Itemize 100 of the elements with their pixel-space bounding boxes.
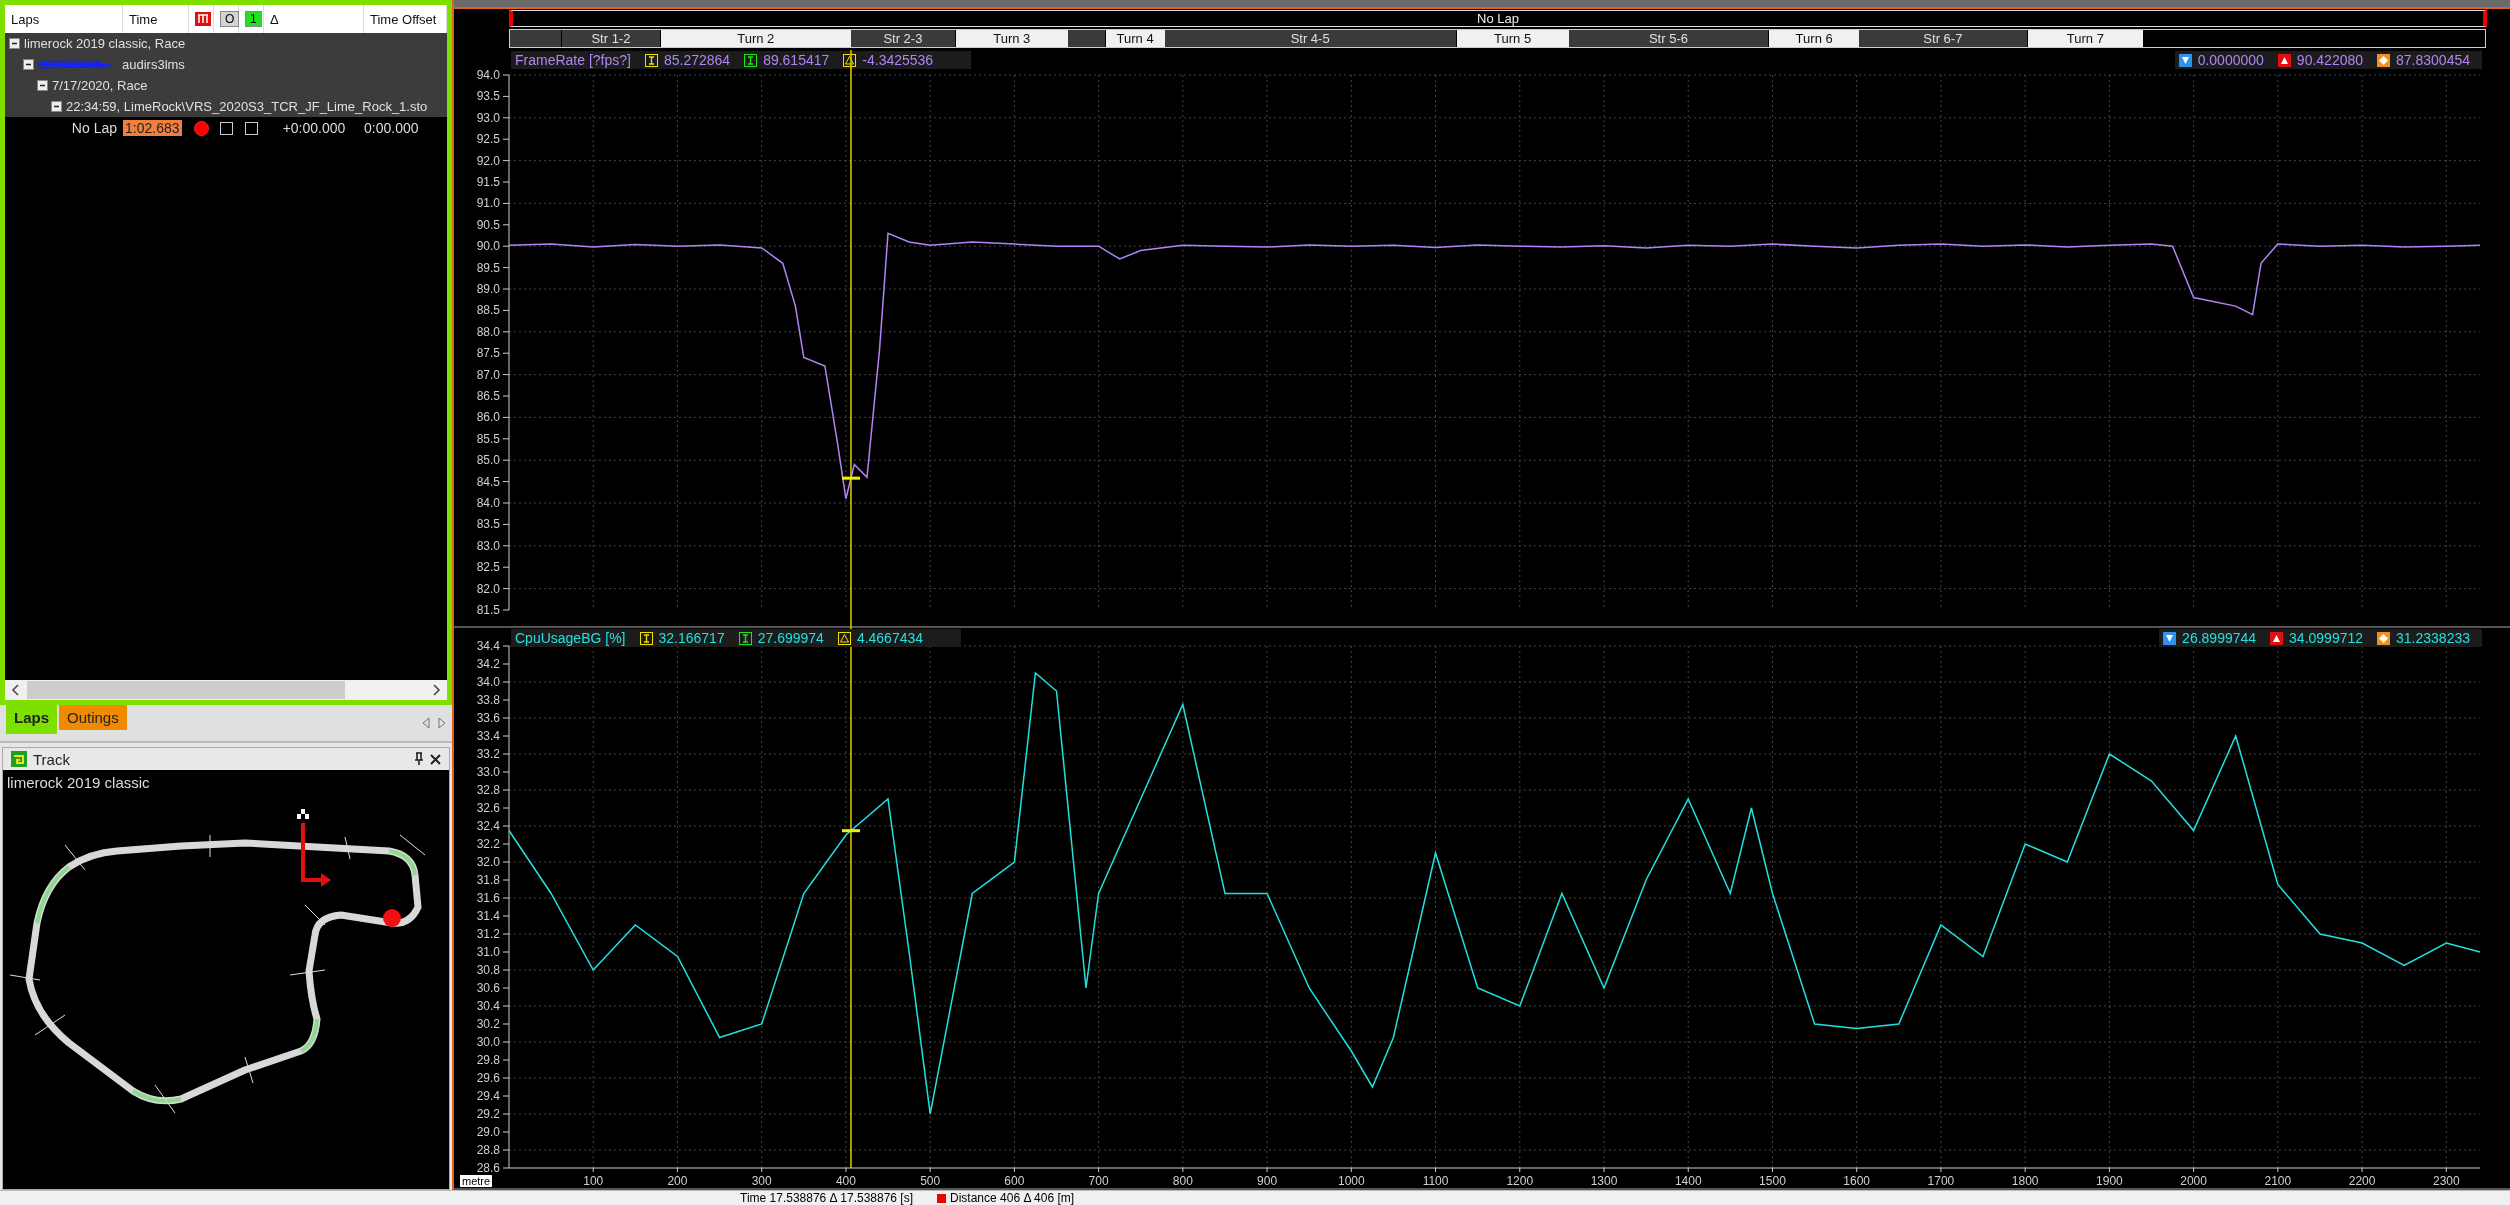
axis-tick-label: 81.5 bbox=[476, 603, 500, 617]
tree-label: limerock 2019 classic, Race bbox=[24, 36, 186, 51]
axis-tick-label: 1900 bbox=[2096, 1174, 2123, 1188]
axis-tick-label: 89.0 bbox=[476, 282, 500, 296]
axis-tick-label: 800 bbox=[1172, 1174, 1193, 1188]
axis-tick-label: 28.6 bbox=[476, 1161, 500, 1175]
straight-segment: Str 6-7 bbox=[1858, 30, 2028, 47]
axis-tick-label: 91.5 bbox=[476, 175, 500, 189]
axis-tick-label: 90.5 bbox=[476, 217, 500, 232]
lap-time-offset: 0:00.000 bbox=[364, 120, 420, 136]
axis-tick-label: 1200 bbox=[1506, 1174, 1534, 1188]
axis-tick-label: 1300 bbox=[1590, 1174, 1618, 1188]
axis-tick-label: 89.5 bbox=[476, 260, 500, 275]
axis-tick-label: 30.4 bbox=[476, 999, 500, 1013]
axis-tick-label: 34.4 bbox=[476, 639, 500, 653]
axis-tick-label: 500 bbox=[920, 1174, 941, 1188]
axis-tick-label: 88.5 bbox=[476, 303, 500, 318]
axis-tick-label: 1500 bbox=[1759, 1174, 1786, 1188]
axis-tick-label: 86.5 bbox=[476, 389, 500, 403]
axis-tick-label: 29.6 bbox=[476, 1071, 500, 1085]
panel-title: Track bbox=[33, 750, 70, 768]
axis-tick-label: 30.8 bbox=[476, 963, 500, 977]
straight-segment: Str 5-6 bbox=[1568, 30, 1770, 47]
axis-tick-label: 88.0 bbox=[476, 324, 500, 339]
readout-value: 32.166717 bbox=[658, 630, 725, 646]
axis-tick-label: 29.2 bbox=[476, 1107, 500, 1121]
readout-value: -4.3425536 bbox=[862, 52, 934, 68]
axis-tick-label: 84.5 bbox=[476, 474, 500, 489]
lap-name: No Lap bbox=[71, 120, 118, 136]
distance-readout: Distance 406 Δ 406 [m] bbox=[950, 1191, 1075, 1205]
axis-tick-label: 29.4 bbox=[476, 1089, 500, 1103]
axis-tick-label: 85.0 bbox=[476, 453, 500, 468]
axis-tick-label: 700 bbox=[1088, 1174, 1109, 1188]
axis-tick-label: 33.6 bbox=[476, 711, 500, 725]
readout-value: 27.699974 bbox=[757, 630, 824, 646]
statistic-value: 0.0000000 bbox=[2197, 52, 2264, 68]
turn-segment: Turn 2 bbox=[660, 30, 851, 47]
readout-value: 85.272864 bbox=[663, 52, 731, 68]
axis-tick-label: 30.0 bbox=[476, 1035, 500, 1049]
axis-tick-label: 2300 bbox=[2432, 1174, 2460, 1188]
axis-tick-label: 83.5 bbox=[476, 517, 500, 532]
axis-tick-label: 2200 bbox=[2348, 1174, 2376, 1188]
axis-tick-label: 83.0 bbox=[476, 538, 500, 553]
axis-tick-label: 31.2 bbox=[476, 927, 500, 941]
axis-tick-label: 1700 bbox=[1927, 1174, 1955, 1188]
series-name: CpuUsageBG [%] bbox=[515, 630, 626, 646]
axis-tick-label: 400 bbox=[835, 1174, 856, 1188]
axis-tick-label: 93.5 bbox=[476, 89, 500, 104]
axis-tick-label: 2000 bbox=[2180, 1174, 2207, 1188]
axis-tick-label: 87.5 bbox=[476, 346, 500, 361]
statistic-value: 26.8999744 bbox=[2182, 630, 2257, 646]
axis-tick-label: 32.4 bbox=[476, 819, 500, 833]
axis-tick-label: 34.0 bbox=[476, 675, 500, 689]
turn-segment: Turn 4 bbox=[1105, 30, 1165, 47]
axis-tick-label: 32.2 bbox=[476, 837, 500, 851]
axis-tick-label: 31.4 bbox=[476, 909, 500, 923]
axis-tick-label: 30.2 bbox=[476, 1017, 500, 1031]
series-name: FrameRate [?fps?] bbox=[515, 52, 631, 68]
axis-tick-label: 900 bbox=[1257, 1174, 1278, 1188]
axis-tick-label: 34.2 bbox=[476, 657, 500, 671]
axis-tick-label: 87.0 bbox=[476, 367, 500, 382]
axis-tick-label: 300 bbox=[751, 1174, 772, 1188]
straight-segment: Str 4-5 bbox=[1164, 30, 1457, 47]
axis-tick-label: 100 bbox=[583, 1174, 604, 1188]
tree-label: 22:34:59, LimeRock\VRS_2020S3_TCR_JF_Lime_Rock_1.sto bbox=[66, 99, 428, 114]
straight-segment: Str 2-3 bbox=[850, 30, 956, 47]
axis-unit-label: metre bbox=[460, 1175, 493, 1187]
axis-tick-label: 600 bbox=[1004, 1174, 1025, 1188]
turn-segment: Turn 6 bbox=[1769, 30, 1859, 47]
statistic-value: 34.0999712 bbox=[2289, 630, 2364, 646]
axis-tick-label: 1000 bbox=[1337, 1174, 1365, 1188]
axis-tick-label: 1100 bbox=[1422, 1174, 1449, 1188]
axis-tick-label: 33.4 bbox=[476, 729, 500, 743]
axis-tick-label: 92.0 bbox=[476, 153, 500, 168]
turn-segment: Turn 7 bbox=[2027, 30, 2143, 47]
axis-tick-label: 29.0 bbox=[476, 1125, 500, 1139]
axis-tick-label: 86.0 bbox=[476, 410, 500, 425]
axis-tick-label: 85.5 bbox=[476, 431, 500, 446]
statistic-value: 90.422080 bbox=[2296, 52, 2364, 68]
axis-tick-label: 33.8 bbox=[476, 693, 500, 707]
statistic-value: 31.2338233 bbox=[2396, 630, 2470, 646]
axis-tick-label: 33.2 bbox=[476, 747, 500, 761]
axis-tick-label: 32.6 bbox=[476, 801, 500, 815]
axis-tick-label: 31.0 bbox=[476, 945, 500, 959]
axis-tick-label: 90.0 bbox=[476, 239, 500, 254]
axis-tick-label: 31.6 bbox=[476, 891, 500, 905]
axis-tick-label: 84.0 bbox=[476, 496, 500, 510]
axis-tick-label: 93.0 bbox=[476, 110, 500, 125]
tree-label: audirs3lms bbox=[122, 57, 185, 72]
track-name: limerock 2019 classic bbox=[6, 773, 151, 793]
readout-value: 4.4667434 bbox=[856, 630, 924, 646]
readout-value: 89.615417 bbox=[763, 52, 830, 68]
axis-tick-label: 28.8 bbox=[476, 1143, 500, 1157]
axis-tick-label: 32.0 bbox=[476, 855, 500, 869]
axis-tick-label: 94.0 bbox=[476, 68, 500, 82]
axis-tick-label: 33.0 bbox=[476, 765, 500, 779]
axis-tick-label: 82.5 bbox=[476, 560, 500, 575]
lap-delta: +0:00.000 bbox=[282, 120, 346, 136]
axis-tick-label: 200 bbox=[667, 1174, 688, 1188]
time-readout: Time 17.538876 Δ 17.538876 [s] bbox=[740, 1191, 914, 1205]
